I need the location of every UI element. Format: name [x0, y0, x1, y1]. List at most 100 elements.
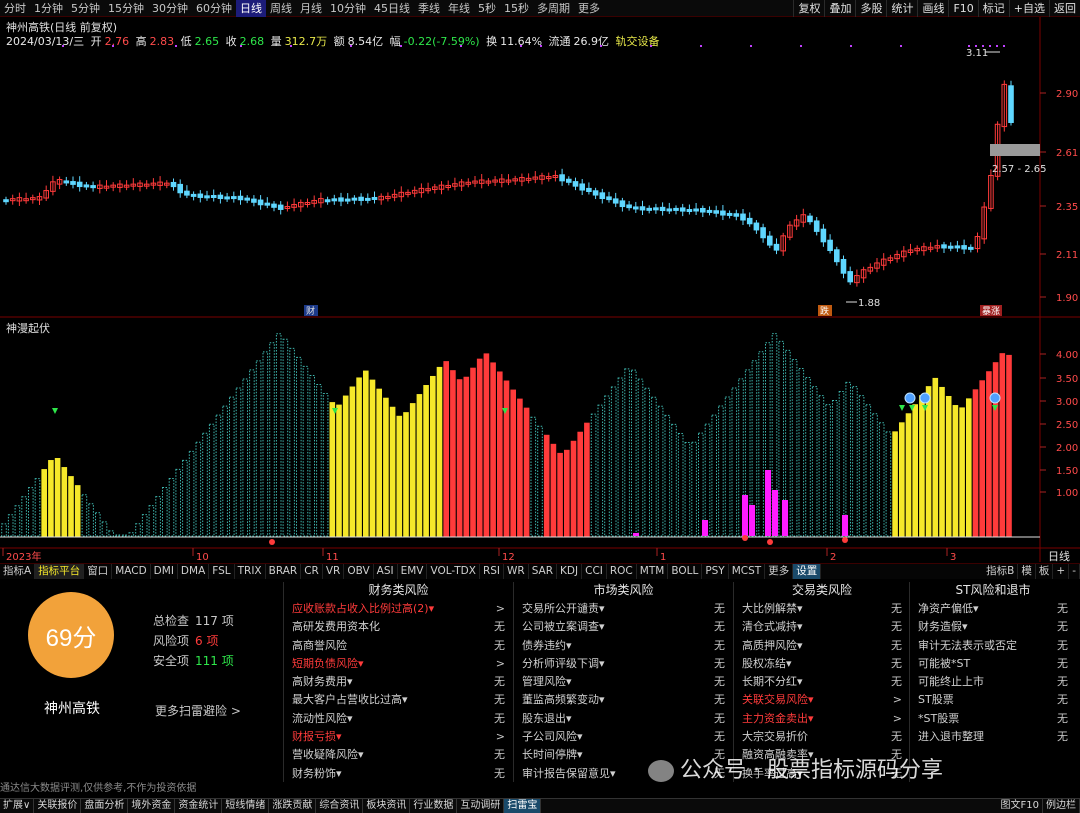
indicator-tab-13[interactable]: EMV	[398, 564, 428, 579]
risk-item[interactable]: 股权冻结▾ 无	[736, 655, 908, 673]
risk-item[interactable]: 公司被立案调查▾ 无	[516, 618, 731, 636]
risk-item[interactable]: 长期不分红▾ 无	[736, 673, 908, 691]
risk-item[interactable]: 可能被*ST 无	[912, 655, 1074, 673]
indicator-tab-9[interactable]: CR	[301, 564, 323, 579]
risk-item[interactable]: 高研发费用资本化 无	[286, 618, 511, 636]
candle-body	[83, 184, 90, 188]
risk-item[interactable]: 大宗交易折价 无	[736, 728, 908, 746]
indicator-tab-right-0[interactable]: 指标B	[983, 564, 1019, 579]
risk-item[interactable]: *ST股票 无	[912, 710, 1074, 728]
risk-item[interactable]: 分析师评级下调▾ 无	[516, 655, 731, 673]
risk-item[interactable]: 营收疑降风险▾ 无	[286, 746, 511, 764]
bottom-tab-3[interactable]: 境外资金	[128, 799, 176, 813]
indicator-bar	[476, 358, 483, 537]
risk-item[interactable]: 财报亏损▾ >	[286, 728, 511, 746]
candle-body	[666, 208, 673, 212]
price-axis-label: 2.11	[1056, 250, 1078, 261]
bottom-tab-8[interactable]: 板块资讯	[363, 799, 411, 813]
risk-item[interactable]: ST股票 无	[912, 691, 1074, 709]
indicator-tab-right-4[interactable]: -	[1069, 564, 1080, 579]
risk-item[interactable]: 审计无法表示或否定 无	[912, 637, 1074, 655]
wechat-icon	[648, 760, 674, 782]
risk-item[interactable]: 最大客户占营收比过高▾ 无	[286, 691, 511, 709]
indicator-tab-21[interactable]: MTM	[637, 564, 669, 579]
indicator-bar	[885, 431, 892, 537]
signal-dot	[989, 45, 991, 47]
bottom-tab-0[interactable]: 扩展∨	[0, 799, 35, 813]
signal-dot	[968, 45, 970, 47]
risk-item[interactable]: 应收账款占收入比例过高(2)▾ >	[286, 600, 511, 618]
risk-item-label: 长期不分红▾	[742, 675, 803, 689]
indicator-tab-20[interactable]: ROC	[607, 564, 637, 579]
risk-item[interactable]: 高财务费用▾ 无	[286, 673, 511, 691]
risk-item[interactable]: 债券违约▾ 无	[516, 637, 731, 655]
indicator-tab-23[interactable]: PSY	[702, 564, 729, 579]
risk-item[interactable]: 股东退出▾ 无	[516, 710, 731, 728]
watermark: 公众号 · 股票指标源码分享	[648, 752, 943, 784]
indicator-tab-4[interactable]: DMI	[151, 564, 178, 579]
indicator-tab-26[interactable]: 设置	[793, 564, 822, 579]
indicator-tab-10[interactable]: VR	[323, 564, 345, 579]
risk-item[interactable]: 财务粉饰▾ 无	[286, 765, 511, 783]
indicator-tab-3[interactable]: MACD	[112, 564, 151, 579]
risk-item-label: 审计无法表示或否定	[918, 638, 1017, 652]
indicator-tab-17[interactable]: SAR	[529, 564, 558, 579]
candle-body	[941, 244, 947, 249]
risk-item[interactable]: 高质押风险▾ 无	[736, 637, 908, 655]
indicator-tab-19[interactable]: CCI	[582, 564, 607, 579]
kline-chart[interactable]: 2.90 2.61 2.35 2.11 1.90 4.00 3.50 3.00 2.50 2.00…	[0, 0, 1080, 563]
risk-item[interactable]: 管理风险▾ 无	[516, 673, 731, 691]
indicator-tab-24[interactable]: MCST	[729, 564, 766, 579]
bottom-right-1[interactable]: 例边栏	[1043, 799, 1080, 813]
bottom-tab-6[interactable]: 涨跌贡献	[269, 799, 317, 813]
bottom-tab-9[interactable]: 行业数据	[410, 799, 458, 813]
indicator-tab-15[interactable]: RSI	[480, 564, 504, 579]
bottom-tab-1[interactable]: 关联报价	[34, 799, 82, 813]
indicator-tab-0[interactable]: 指标A	[0, 564, 36, 579]
risk-item[interactable]: 主力资金卖出▾ >	[736, 710, 908, 728]
indicator-tab-right-3[interactable]: +	[1053, 564, 1070, 579]
risk-item[interactable]: 短期负债风险▾ >	[286, 655, 511, 673]
risk-item[interactable]: 可能终止上市 无	[912, 673, 1074, 691]
more-risk-link[interactable]: 更多扫雷避险 >	[155, 702, 241, 719]
bottom-tab-5[interactable]: 短线情绪	[222, 799, 270, 813]
bottom-tab-2[interactable]: 盘面分析	[81, 799, 129, 813]
indicator-tab-5[interactable]: DMA	[178, 564, 210, 579]
risk-item[interactable]: 董监高频繁变动▾ 无	[516, 691, 731, 709]
indicator-tab-14[interactable]: VOL-TDX	[427, 564, 480, 579]
risk-item[interactable]: 高商誉风险 无	[286, 637, 511, 655]
indicator-bar	[463, 376, 470, 537]
risk-item-value: 无	[1057, 638, 1068, 652]
indicator-tab-12[interactable]: ASI	[374, 564, 398, 579]
bottom-tab-10[interactable]: 互动调研	[457, 799, 505, 813]
indicator-tab-1[interactable]: 指标平台	[35, 564, 85, 579]
indicator-tab-6[interactable]: FSL	[209, 564, 235, 579]
indicator-bar	[450, 370, 456, 537]
bottom-tab-4[interactable]: 资金统计	[175, 799, 223, 813]
risk-item[interactable]: 财务造假▾ 无	[912, 618, 1074, 636]
risk-item[interactable]: 清仓式减持▾ 无	[736, 618, 908, 636]
indicator-tab-16[interactable]: WR	[504, 564, 529, 579]
risk-item[interactable]: 大比例解禁▾ 无	[736, 600, 908, 618]
risk-item[interactable]: 关联交易风险▾ >	[736, 691, 908, 709]
indicator-bar	[262, 351, 269, 537]
indicator-tab-2[interactable]: 窗口	[84, 564, 113, 579]
indicator-tab-7[interactable]: TRIX	[235, 564, 266, 579]
risk-item[interactable]: 流动性风险▾ 无	[286, 710, 511, 728]
risk-item[interactable]: 净资产偏低▾ 无	[912, 600, 1074, 618]
bottom-right-0[interactable]: 图文F10	[998, 799, 1043, 813]
indicator-tab-22[interactable]: BOLL	[668, 564, 703, 579]
indicator-tab-25[interactable]: 更多	[765, 564, 794, 579]
risk-item[interactable]: 子公司风险▾ 无	[516, 728, 731, 746]
risk-item[interactable]: 进入退市整理 无	[912, 728, 1074, 746]
indicator-bar	[952, 405, 959, 537]
indicator-tab-18[interactable]: KDJ	[557, 564, 583, 579]
indicator-tab-11[interactable]: OBV	[344, 564, 374, 579]
indicator-tab-8[interactable]: BRAR	[266, 564, 302, 579]
indicator-tab-right-1[interactable]: 模	[1018, 564, 1036, 579]
indicator-tab-right-2[interactable]: 板	[1036, 564, 1054, 579]
bottom-tab-11[interactable]: 扫雷宝	[504, 799, 542, 813]
indicator-bar	[54, 458, 61, 537]
risk-item[interactable]: 交易所公开谴责▾ 无	[516, 600, 731, 618]
bottom-tab-7[interactable]: 综合资讯	[316, 799, 364, 813]
